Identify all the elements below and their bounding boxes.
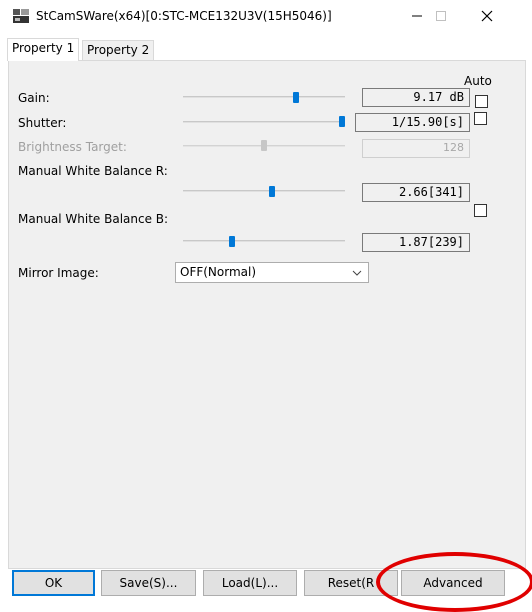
brightness-value: 128	[362, 139, 470, 158]
brightness-target-label: Brightness Target:	[18, 140, 127, 154]
gain-label: Gain:	[18, 91, 50, 105]
shutter-label: Shutter:	[18, 116, 67, 130]
wb-r-value: 2.66[341]	[362, 183, 470, 202]
wb-b-value: 1.87[239]	[362, 233, 470, 252]
close-button[interactable]	[464, 0, 510, 32]
wb-b-label: Manual White Balance B:	[18, 212, 169, 226]
mirror-image-selected: OFF(Normal)	[180, 265, 257, 279]
shutter-value: 1/15.90[s]	[355, 113, 470, 132]
title-bar: StCamSWare(x64)[0:STC-MCE132U3V(15H5046)…	[0, 0, 532, 32]
camera-app-icon	[12, 8, 30, 24]
save-button[interactable]: Save(S)...	[101, 570, 196, 596]
shutter-slider-thumb[interactable]	[338, 116, 345, 127]
window-title: StCamSWare(x64)[0:STC-MCE132U3V(15H5046)…	[36, 9, 332, 23]
tab-property-2[interactable]: Property 2	[82, 40, 155, 60]
close-icon	[481, 10, 493, 22]
gain-value: 9.17 dB	[362, 88, 470, 107]
brightness-slider-thumb	[261, 140, 267, 151]
ok-button[interactable]: OK	[12, 570, 95, 596]
maximize-icon	[436, 11, 446, 21]
tab-property-1[interactable]: Property 1	[7, 38, 80, 61]
shutter-slider-track[interactable]	[183, 121, 345, 123]
wb-r-slider-track[interactable]	[183, 190, 345, 192]
wb-r-label: Manual White Balance R:	[18, 164, 168, 178]
load-button[interactable]: Load(L)...	[203, 570, 297, 596]
gain-auto-checkbox[interactable]	[475, 95, 488, 108]
wb-b-slider-thumb[interactable]	[228, 236, 235, 247]
annotation-circle	[376, 552, 532, 612]
tab-strip: Property 1 Property 2	[0, 38, 532, 61]
wb-r-slider-thumb[interactable]	[269, 186, 276, 197]
auto-header: Auto	[464, 74, 492, 88]
shutter-auto-checkbox[interactable]	[474, 112, 487, 125]
property-panel	[8, 60, 526, 569]
mirror-image-label: Mirror Image:	[18, 266, 99, 280]
chevron-down-icon	[352, 270, 362, 276]
gain-slider-thumb[interactable]	[293, 92, 300, 103]
wb-b-slider-track[interactable]	[183, 240, 345, 242]
gain-slider-track[interactable]	[183, 96, 345, 98]
mirror-image-dropdown[interactable]: OFF(Normal)	[175, 262, 369, 283]
maximize-button[interactable]	[418, 0, 464, 32]
white-balance-auto-checkbox[interactable]	[474, 204, 487, 217]
